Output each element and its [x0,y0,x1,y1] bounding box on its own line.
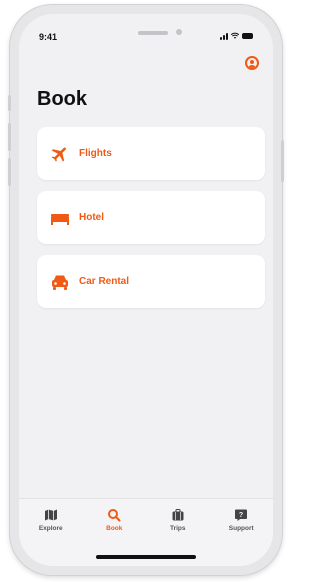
tab-trips-label: Trips [169,525,186,532]
tab-book-label: Book [106,525,123,532]
status-time: 9:41 [39,32,58,42]
plane-icon [50,144,70,164]
camera-icon [176,29,182,35]
wifi-icon [231,32,239,39]
power-button [281,140,284,182]
tab-explore[interactable]: Explore [19,499,83,566]
tab-explore-label: Explore [38,525,63,532]
volume-up-button [8,123,11,151]
status-bar: 9:41 [19,14,273,50]
svg-text:?: ? [239,512,243,519]
flights-label: Flights [79,148,112,159]
bed-icon [50,208,70,228]
car-rental-label: Car Rental [79,276,130,287]
tab-support-label: Support [228,525,254,532]
mute-switch [8,95,11,111]
tab-support[interactable]: ? Support [210,499,274,566]
app-screen: 9:41 Book Flights Hotel Car Rental Explo… [19,14,273,566]
car-icon [50,272,70,292]
page-title: Book [37,88,87,110]
profile-icon[interactable] [245,56,259,70]
search-icon [107,508,121,522]
car-rental-card[interactable]: Car Rental [37,255,265,308]
briefcase-icon [171,508,185,522]
map-icon [44,508,58,522]
speaker-grille [138,31,168,35]
flights-card[interactable]: Flights [37,127,265,180]
hotel-label: Hotel [79,212,104,223]
home-indicator[interactable] [96,555,196,559]
status-icons [220,32,253,40]
help-chat-icon: ? [234,508,248,522]
battery-icon [242,33,253,39]
signal-icon [220,33,228,40]
volume-down-button [8,158,11,186]
hotel-card[interactable]: Hotel [37,191,265,244]
